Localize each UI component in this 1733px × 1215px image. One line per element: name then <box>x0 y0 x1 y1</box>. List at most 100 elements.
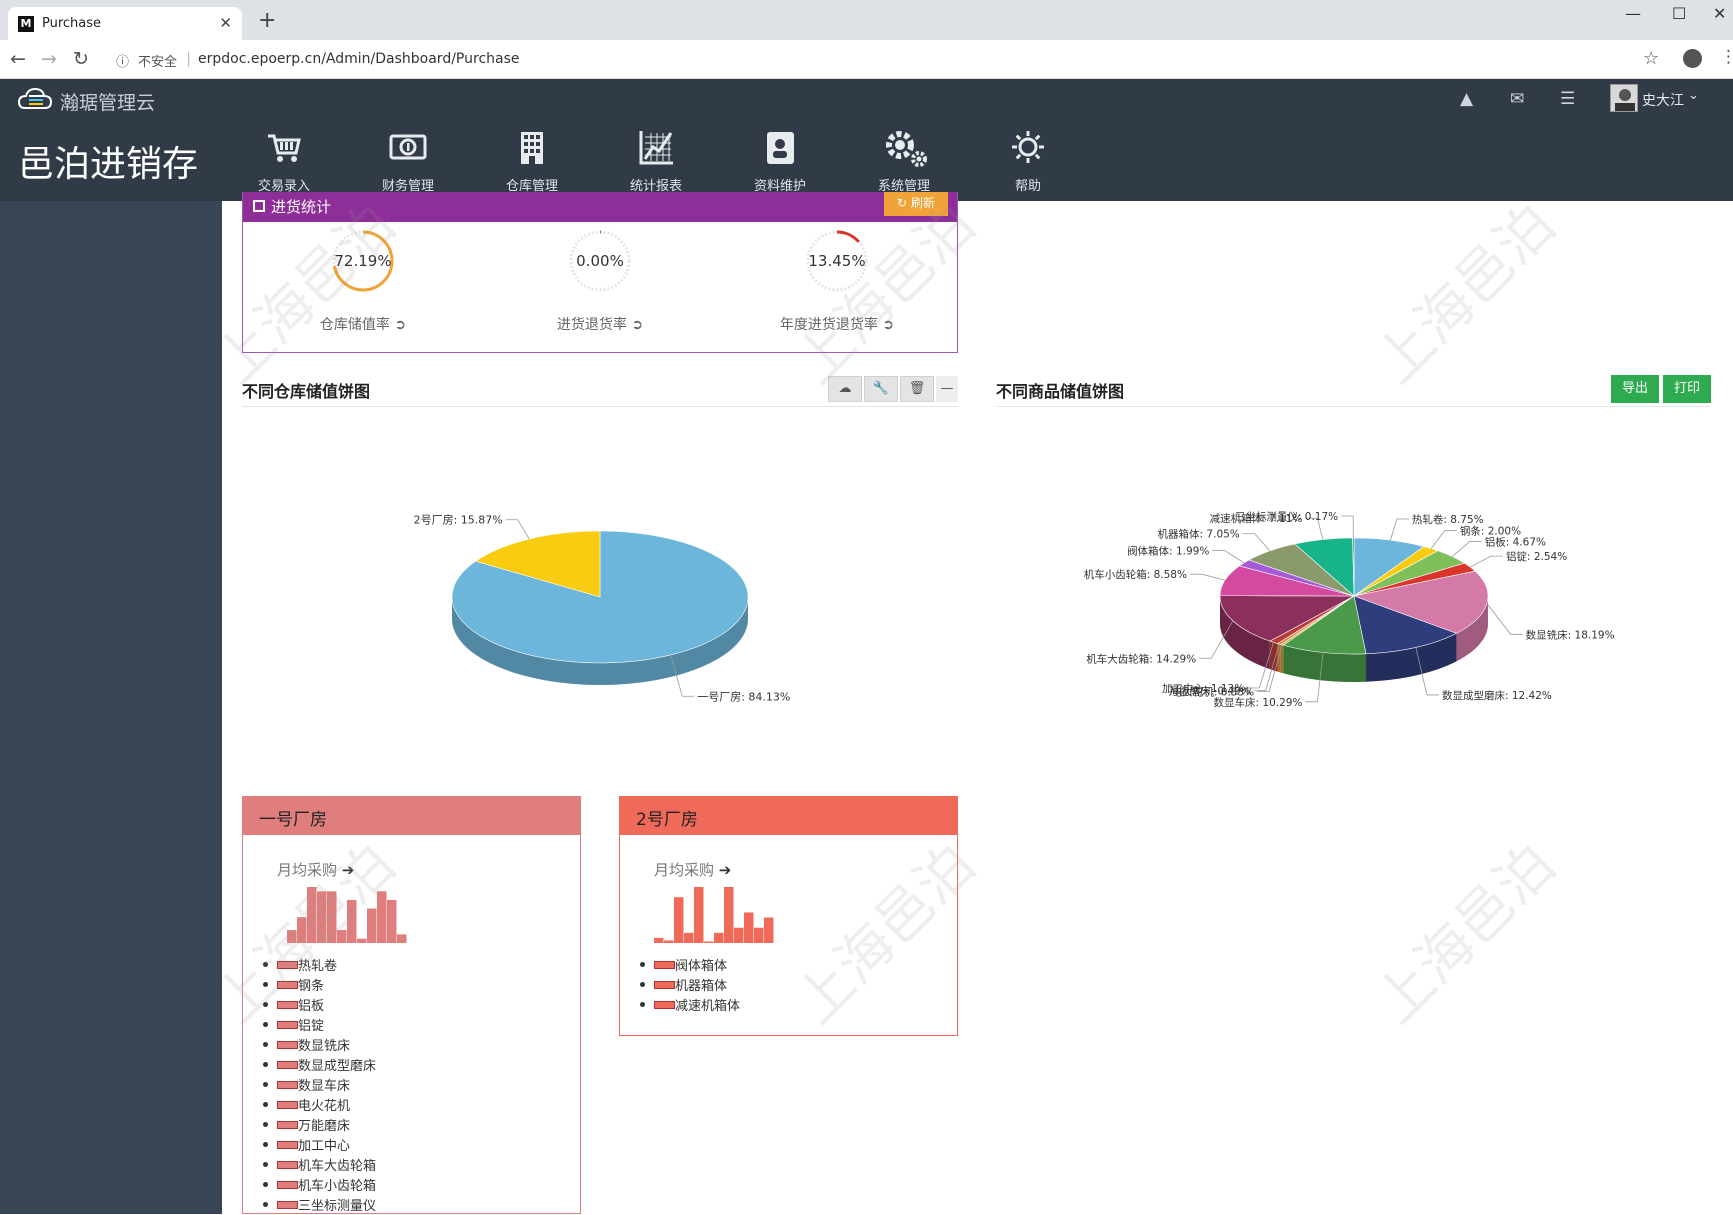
settings-button[interactable]: 🔧 <box>864 376 898 402</box>
avatar[interactable] <box>1610 84 1638 112</box>
upload-button[interactable]: ☁ <box>828 376 862 402</box>
bullet <box>263 1122 268 1127</box>
pie-label: 加工中心: 1.13% <box>1162 682 1244 695</box>
tab-close-icon[interactable]: ✕ <box>219 14 232 32</box>
maximize-icon[interactable]: ☐ <box>1672 4 1686 23</box>
url-input[interactable]: erpdoc.epoerp.cn/Admin/Dashboard/Purchas… <box>198 51 520 67</box>
legend-label: 数显成型磨床 <box>298 1059 377 1074</box>
url-separator: | <box>186 49 192 67</box>
legend-item: 万能磨床 <box>263 1115 376 1135</box>
nav-item-warehouse[interactable]: 仓库管理 <box>477 121 587 201</box>
legend-label: 阀体箱体 <box>675 959 728 974</box>
item-legend: 阀体箱体 机器箱体 减速机箱体 <box>640 955 740 1015</box>
cloud-logo-icon <box>17 87 53 117</box>
pie-label: 铝锭: 2.54% <box>1506 550 1567 563</box>
delete-button[interactable]: 🗑 <box>900 376 934 402</box>
legend-swatch <box>277 1021 298 1029</box>
browser-tab[interactable]: M Purchase ✕ <box>8 7 242 40</box>
warehouse-card-1: 一号厂房 月均采购 ➔ 热轧卷 钢条 铝板 铝锭 数显铣床 数显成型磨床 数显车床 电火花机万… <box>242 796 581 1214</box>
favicon-icon: M <box>18 16 34 32</box>
gauge-warehouse-value-rate: 72.19% 仓库储值率 ➲ <box>263 228 463 338</box>
envelope-icon[interactable]: ✉ <box>1510 89 1524 109</box>
bullet <box>263 1142 268 1147</box>
nav-item-trade-entry[interactable]: 交易录入 <box>229 121 339 201</box>
reload-icon[interactable]: ↻ <box>73 48 89 70</box>
nav-item-finance[interactable]: 财务管理 <box>353 121 463 201</box>
money-icon <box>389 134 427 160</box>
bar <box>317 891 327 943</box>
nav-item-system[interactable]: 系统管理 <box>849 121 959 201</box>
minus-icon: — <box>940 381 954 396</box>
bar <box>377 891 387 943</box>
stats-title: 进货统计 <box>271 198 332 216</box>
pie-label: 数显铣床: 18.19% <box>1526 628 1615 641</box>
back-icon[interactable]: ← <box>10 48 26 70</box>
pie-label: 热轧卷: 8.75% <box>1412 513 1484 526</box>
watermark: 上海邑泊 <box>1363 831 1568 1037</box>
legend-swatch <box>277 1161 298 1169</box>
legend-item: 数显铣床 <box>263 1035 376 1055</box>
card-header: 一号厂房 <box>243 797 580 835</box>
window-close-icon[interactable]: ✕ <box>1713 4 1726 23</box>
card-title: 一号厂房 <box>259 810 327 830</box>
nav-item-reports[interactable]: 统计报表 <box>601 121 711 201</box>
contact-icon <box>767 132 794 164</box>
bar <box>397 934 407 943</box>
bar <box>714 932 724 943</box>
monthly-purchase-link[interactable]: 月均采购 ➔ <box>654 859 731 880</box>
pie-label-line <box>1430 530 1457 549</box>
legend-swatch <box>277 1041 298 1049</box>
nav-item-help[interactable]: 帮助 <box>973 121 1083 201</box>
collapse-button[interactable]: — <box>936 376 958 402</box>
warehouse-card-2: 2号厂房 月均采购 ➔ 阀体箱体 机器箱体 减速机箱体 <box>619 796 958 1036</box>
legend-label: 加工中心 <box>298 1139 351 1154</box>
forward-icon[interactable]: → <box>41 48 57 70</box>
legend-item: 铝锭 <box>263 1015 376 1035</box>
browser-menu-icon[interactable]: ⋮ <box>1720 47 1733 67</box>
arrow-circle-icon: ➲ <box>631 317 644 333</box>
bar <box>754 927 764 943</box>
new-tab-icon[interactable]: + <box>258 8 276 33</box>
legend-label: 三坐标测量仪 <box>298 1199 377 1214</box>
info-icon[interactable]: ⓘ <box>116 51 129 70</box>
pie-label-line <box>1341 515 1354 539</box>
trash-icon: 🗑 <box>908 381 926 396</box>
gauge-label[interactable]: 进货退货率 ➲ <box>500 314 700 334</box>
minimize-icon[interactable]: — <box>1625 4 1641 23</box>
legend-item: 减速机箱体 <box>640 995 740 1015</box>
nav-label: 帮助 <box>1014 179 1041 194</box>
export-button[interactable]: 导出 <box>1611 375 1659 403</box>
chevron-down-icon[interactable]: ⌄ <box>1688 88 1699 103</box>
bar <box>694 887 704 943</box>
print-button[interactable]: 打印 <box>1663 375 1711 403</box>
app-top-bar: 瀚琚管理云 ▲ ✉ ☰ 史大江 ⌄ <box>0 79 1733 121</box>
bullet <box>263 982 268 987</box>
gauge-label[interactable]: 年度进货退货率 ➲ <box>737 314 937 334</box>
monthly-purchase-link[interactable]: 月均采购 ➔ <box>277 859 354 880</box>
tasks-icon[interactable]: ☰ <box>1560 89 1575 109</box>
card-header: 2号厂房 <box>620 797 957 835</box>
account-icon[interactable] <box>1683 49 1702 68</box>
warehouse-pie-chart: 一号厂房: 84.13% 2号厂房: 15.87% <box>414 514 791 704</box>
bar <box>297 917 307 943</box>
legend-item: 钢条 <box>263 975 376 995</box>
gauge-label[interactable]: 仓库储值率 ➲ <box>263 314 463 334</box>
bookmark-star-icon[interactable]: ☆ <box>1643 48 1659 69</box>
bar <box>704 941 714 943</box>
refresh-button[interactable]: ↻ 刷新 <box>884 192 948 216</box>
legend-label: 数显车床 <box>298 1079 351 1094</box>
monthly-bar-chart <box>654 887 774 943</box>
bullet <box>263 962 268 967</box>
pie-label-line <box>1451 541 1482 557</box>
nav-item-data-maintenance[interactable]: 资料维护 <box>725 121 835 201</box>
bullet <box>263 1002 268 1007</box>
gears-icon <box>886 131 927 167</box>
bullet <box>263 1202 268 1207</box>
pie-label-line <box>1242 533 1271 552</box>
legend-swatch <box>277 1061 298 1069</box>
bar <box>357 938 367 943</box>
bar <box>387 899 397 943</box>
warning-icon[interactable]: ▲ <box>1460 89 1473 109</box>
username[interactable]: 史大江 <box>1642 90 1684 110</box>
legend-item: 铝板 <box>263 995 376 1015</box>
